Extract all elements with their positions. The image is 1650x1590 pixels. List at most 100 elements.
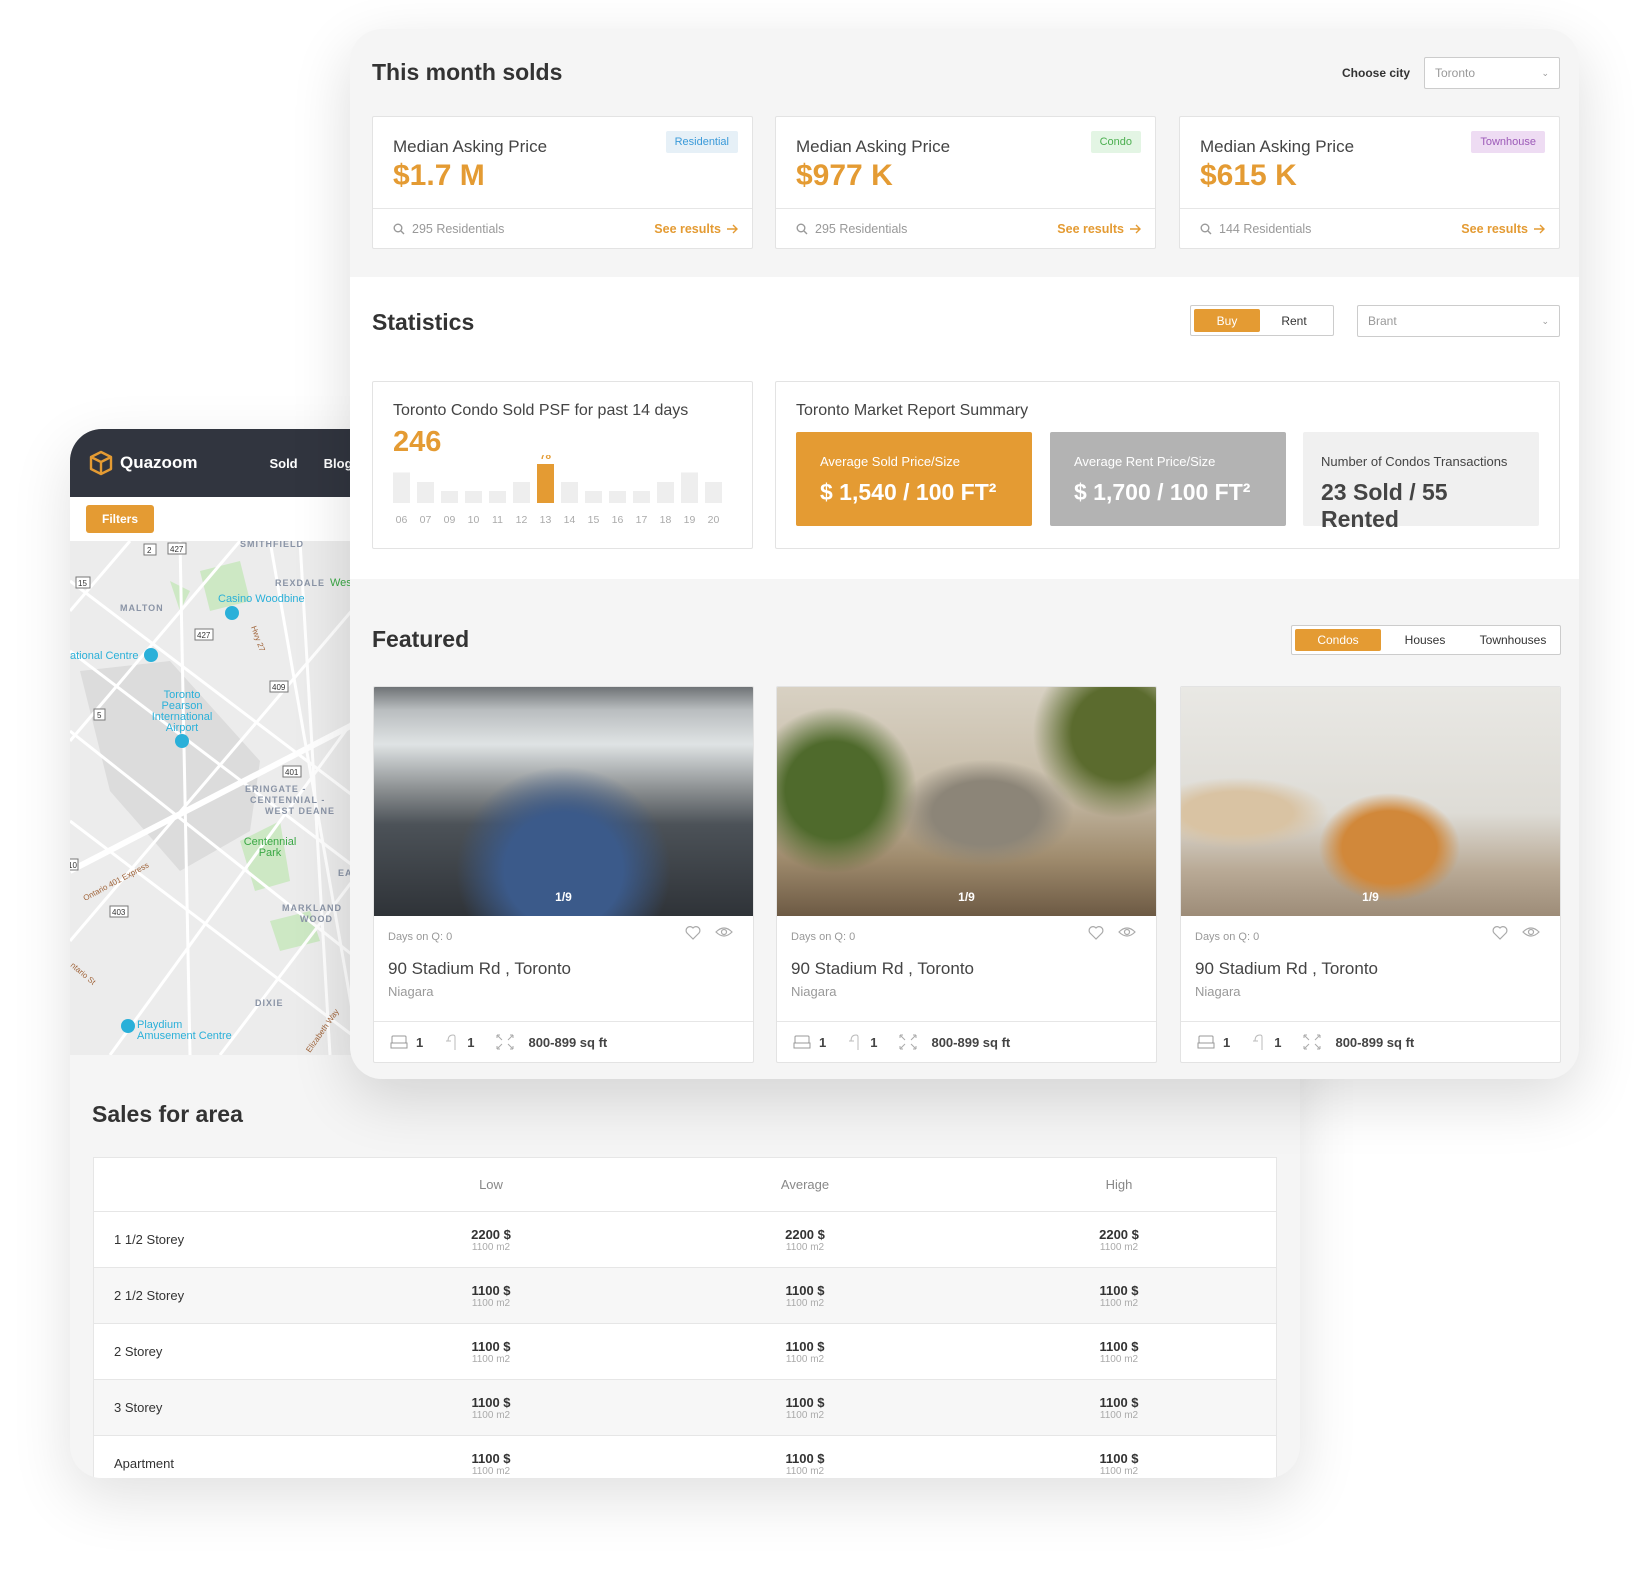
chart-bar[interactable] bbox=[441, 491, 458, 503]
featured-tabs: Condos Houses Townhouses bbox=[1291, 625, 1561, 655]
chart-bar[interactable] bbox=[393, 472, 410, 504]
chart-bar[interactable] bbox=[489, 491, 506, 503]
column-header-low[interactable]: Low bbox=[334, 1177, 648, 1192]
property-photo[interactable]: 1/9 bbox=[777, 687, 1156, 916]
expand-icon bbox=[1303, 1034, 1321, 1050]
casino-pin-icon[interactable] bbox=[225, 606, 239, 620]
centre-pin-icon[interactable] bbox=[144, 648, 158, 662]
data-label: 78 bbox=[540, 455, 552, 462]
map[interactable]: SMITHFIELD REXDALE MALTON CENTENNIAL - E… bbox=[70, 541, 360, 1055]
heart-icon[interactable] bbox=[1492, 925, 1508, 940]
nav-blog[interactable]: Blog bbox=[324, 456, 353, 471]
tab-condos[interactable]: Condos bbox=[1295, 629, 1381, 651]
x-tick-label: 09 bbox=[444, 514, 456, 526]
property-address[interactable]: 90 Stadium Rd , Toronto bbox=[388, 959, 571, 979]
region-select[interactable]: Brant ⌄ bbox=[1357, 305, 1560, 337]
map-label: Airport bbox=[166, 722, 198, 734]
property-photo[interactable]: 1/9 bbox=[374, 687, 753, 916]
x-tick-label: 06 bbox=[396, 514, 408, 526]
playdium-pin-icon[interactable] bbox=[121, 1019, 135, 1033]
airport-pin-icon[interactable] bbox=[175, 734, 189, 748]
price-cell: 1100 $ bbox=[471, 1450, 511, 1466]
map-label: REXDALE bbox=[275, 578, 325, 588]
nav-sold[interactable]: Sold bbox=[269, 456, 297, 471]
eye-icon[interactable] bbox=[715, 925, 733, 939]
property-address[interactable]: 90 Stadium Rd , Toronto bbox=[1195, 959, 1378, 979]
area-cell: 1100 m2 bbox=[471, 1241, 511, 1253]
chart-bar[interactable] bbox=[537, 464, 554, 503]
see-results-link[interactable]: See results bbox=[1057, 222, 1141, 236]
sales-title: Sales for area bbox=[92, 1101, 243, 1127]
buy-rent-toggle[interactable]: Buy Rent bbox=[1190, 305, 1334, 336]
chart-bar[interactable] bbox=[561, 482, 578, 503]
property-address[interactable]: 90 Stadium Rd , Toronto bbox=[791, 959, 974, 979]
area-cell: 1100 m2 bbox=[1099, 1297, 1139, 1309]
property-type: 2 1/2 Storey bbox=[114, 1288, 185, 1303]
property-card[interactable]: 1/9 Days on Q: 0 90 Stadium Rd , Toronto… bbox=[373, 686, 754, 1063]
table-row[interactable]: 2 Storey 1100 $1100 m2 1100 $1100 m2 1100 $… bbox=[94, 1323, 1276, 1379]
table-row[interactable]: Apartment 1100 $1100 m2 1100 $1100 m2 1100 … bbox=[94, 1435, 1276, 1478]
map-label: ERINGATE - bbox=[245, 784, 306, 794]
heart-icon[interactable] bbox=[685, 925, 701, 940]
chart-bar[interactable] bbox=[705, 482, 722, 503]
category-tag: Residential bbox=[665, 131, 738, 153]
property-region: Niagara bbox=[1195, 984, 1241, 999]
psf-card: Toronto Condo Sold PSF for past 14 days … bbox=[372, 381, 753, 549]
filters-button[interactable]: Filters bbox=[86, 505, 154, 533]
map-label: ational Centre bbox=[70, 650, 139, 662]
size-range: 800-899 sq ft bbox=[931, 1034, 1011, 1050]
market-title: Toronto Market Report Summary bbox=[796, 402, 1029, 419]
column-header-high[interactable]: High bbox=[962, 1177, 1276, 1192]
x-tick-label: 14 bbox=[564, 514, 576, 526]
property-photo[interactable]: 1/9 bbox=[1181, 687, 1560, 916]
category-tag: Townhouse bbox=[1471, 131, 1545, 153]
chart-bar[interactable] bbox=[585, 491, 602, 503]
bed-icon bbox=[390, 1035, 408, 1049]
table-header: Low Average High bbox=[94, 1158, 1276, 1211]
chart-bar[interactable] bbox=[465, 491, 482, 503]
search-icon bbox=[1200, 223, 1212, 234]
psf-bar-chart: 06 07 09 10 11 12 13 78 14 15 16 17 18 19 20 bbox=[393, 455, 722, 526]
tab-townhouses[interactable]: Townhouses bbox=[1469, 629, 1557, 651]
property-card[interactable]: 1/9 Days on Q: 0 90 Stadium Rd , Toronto… bbox=[776, 686, 1157, 1063]
photo-counter: 1/9 bbox=[1362, 890, 1379, 904]
x-tick-label: 10 bbox=[468, 514, 480, 526]
x-tick-label: 07 bbox=[420, 514, 432, 526]
photo-counter: 1/9 bbox=[555, 890, 572, 904]
property-type: 2 Storey bbox=[114, 1344, 163, 1359]
highway-shield: 403 bbox=[112, 908, 126, 917]
eye-icon[interactable] bbox=[1118, 925, 1136, 939]
price-cell: 1100 $ bbox=[1099, 1394, 1139, 1410]
tab-houses[interactable]: Houses bbox=[1381, 629, 1469, 651]
heart-icon[interactable] bbox=[1088, 925, 1104, 940]
property-card[interactable]: 1/9 Days on Q: 0 90 Stadium Rd , Toronto… bbox=[1180, 686, 1561, 1063]
days-on-market: Days on Q: 0 bbox=[388, 931, 453, 943]
see-results-link[interactable]: See results bbox=[1461, 222, 1545, 236]
table-row[interactable]: 3 Storey 1100 $1100 m2 1100 $1100 m2 1100 $… bbox=[94, 1379, 1276, 1435]
column-header-average[interactable]: Average bbox=[648, 1177, 962, 1192]
chart-bar[interactable] bbox=[609, 491, 626, 503]
logo[interactable]: Quazoom bbox=[88, 450, 197, 476]
chart-bar[interactable] bbox=[417, 482, 434, 503]
median-price-value: $1.7 M bbox=[393, 159, 485, 192]
brand-name: Quazoom bbox=[120, 453, 198, 472]
city-select[interactable]: Toronto ⌄ bbox=[1424, 57, 1560, 89]
rent-button[interactable]: Rent bbox=[1260, 309, 1328, 332]
map-label: Amusement Centre bbox=[137, 1030, 232, 1042]
see-results-link[interactable]: See results bbox=[654, 222, 738, 236]
table-row[interactable]: 1 1/2 Storey 2200 $1100 m2 2200 $1100 m2 22… bbox=[94, 1211, 1276, 1267]
chart-bar[interactable] bbox=[633, 491, 650, 503]
median-price-card: Median Asking Price $977 K Condo 295 Res… bbox=[775, 116, 1156, 249]
price-cell: 1100 $ bbox=[785, 1450, 825, 1466]
statistics-title: Statistics bbox=[372, 309, 475, 335]
area-cell: 1100 m2 bbox=[785, 1353, 825, 1365]
price-cell: 1100 $ bbox=[1099, 1450, 1139, 1466]
eye-icon[interactable] bbox=[1522, 925, 1540, 939]
chart-bar[interactable] bbox=[513, 482, 530, 503]
result-count: 295 Residentials bbox=[412, 221, 505, 236]
table-row[interactable]: 2 1/2 Storey 1100 $1100 m2 1100 $1100 m2 11… bbox=[94, 1267, 1276, 1323]
chart-bar[interactable] bbox=[657, 482, 674, 503]
buy-button[interactable]: Buy bbox=[1194, 309, 1260, 332]
property-type: 3 Storey bbox=[114, 1400, 163, 1415]
chart-bar[interactable] bbox=[681, 472, 698, 504]
